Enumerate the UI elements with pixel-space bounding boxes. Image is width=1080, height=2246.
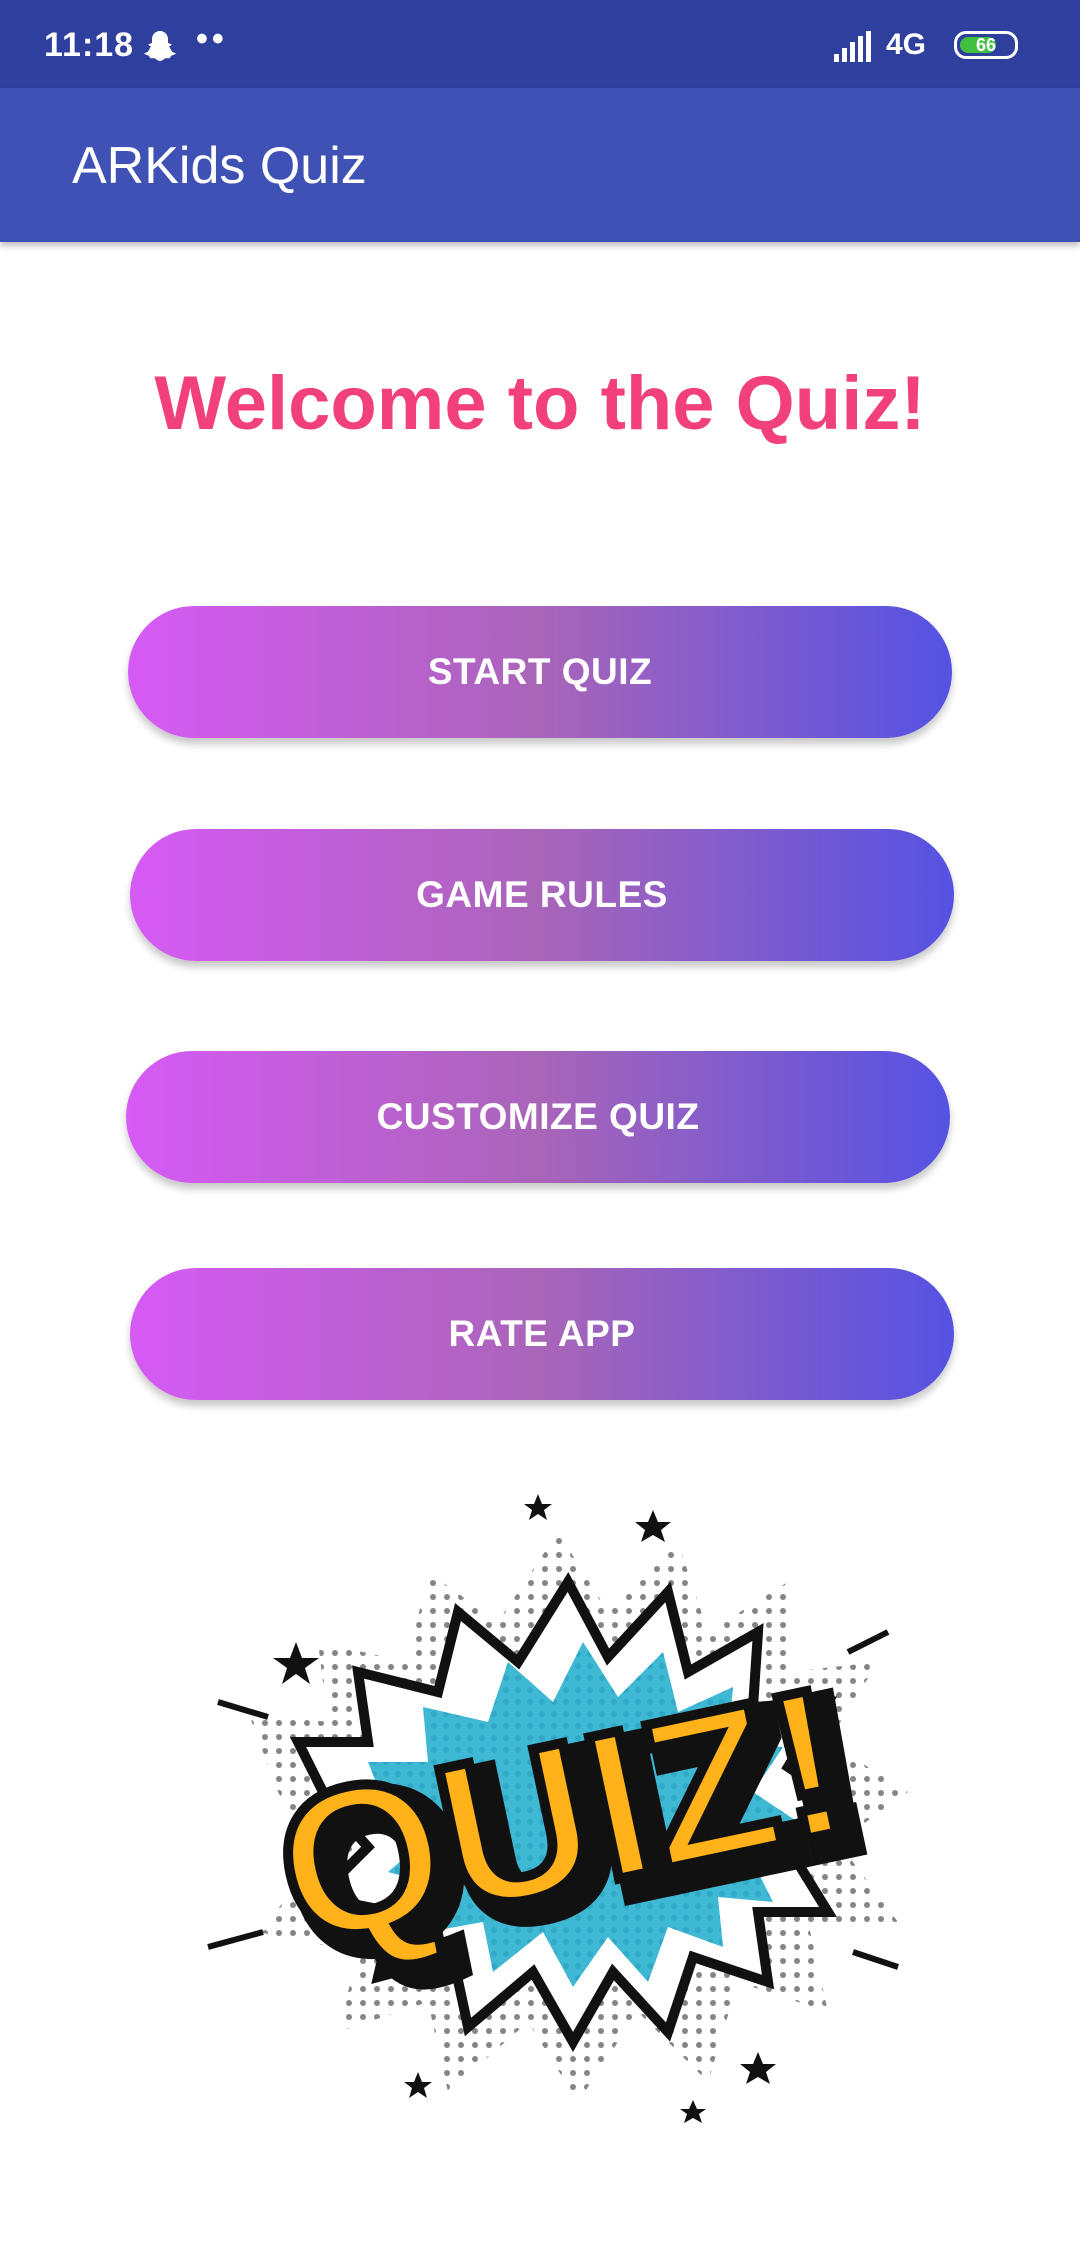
snapchat-icon [144, 31, 176, 61]
quiz-illustration: QUIZ! QUIZ! [207, 1494, 908, 2123]
signal-icon [834, 31, 871, 62]
customize-quiz-button[interactable]: CUSTOMIZE QUIZ [126, 1051, 950, 1183]
game-rules-button[interactable]: GAME RULES [130, 829, 954, 961]
status-bar: 11:18 •• 4G 66 [0, 0, 1080, 88]
welcome-heading: Welcome to the Quiz! [154, 361, 926, 446]
app-title: ARKids Quiz [72, 137, 367, 195]
notification-dots: •• [196, 20, 228, 58]
start-quiz-button[interactable]: START QUIZ [128, 606, 952, 738]
network-type: 4G [886, 28, 927, 61]
rate-app-button[interactable]: RATE APP [130, 1268, 954, 1400]
status-time: 11:18 [44, 26, 135, 64]
battery-icon: 66 [954, 31, 1018, 59]
battery-percent: 66 [975, 35, 997, 55]
app-bar: ARKids Quiz [0, 88, 1080, 242]
